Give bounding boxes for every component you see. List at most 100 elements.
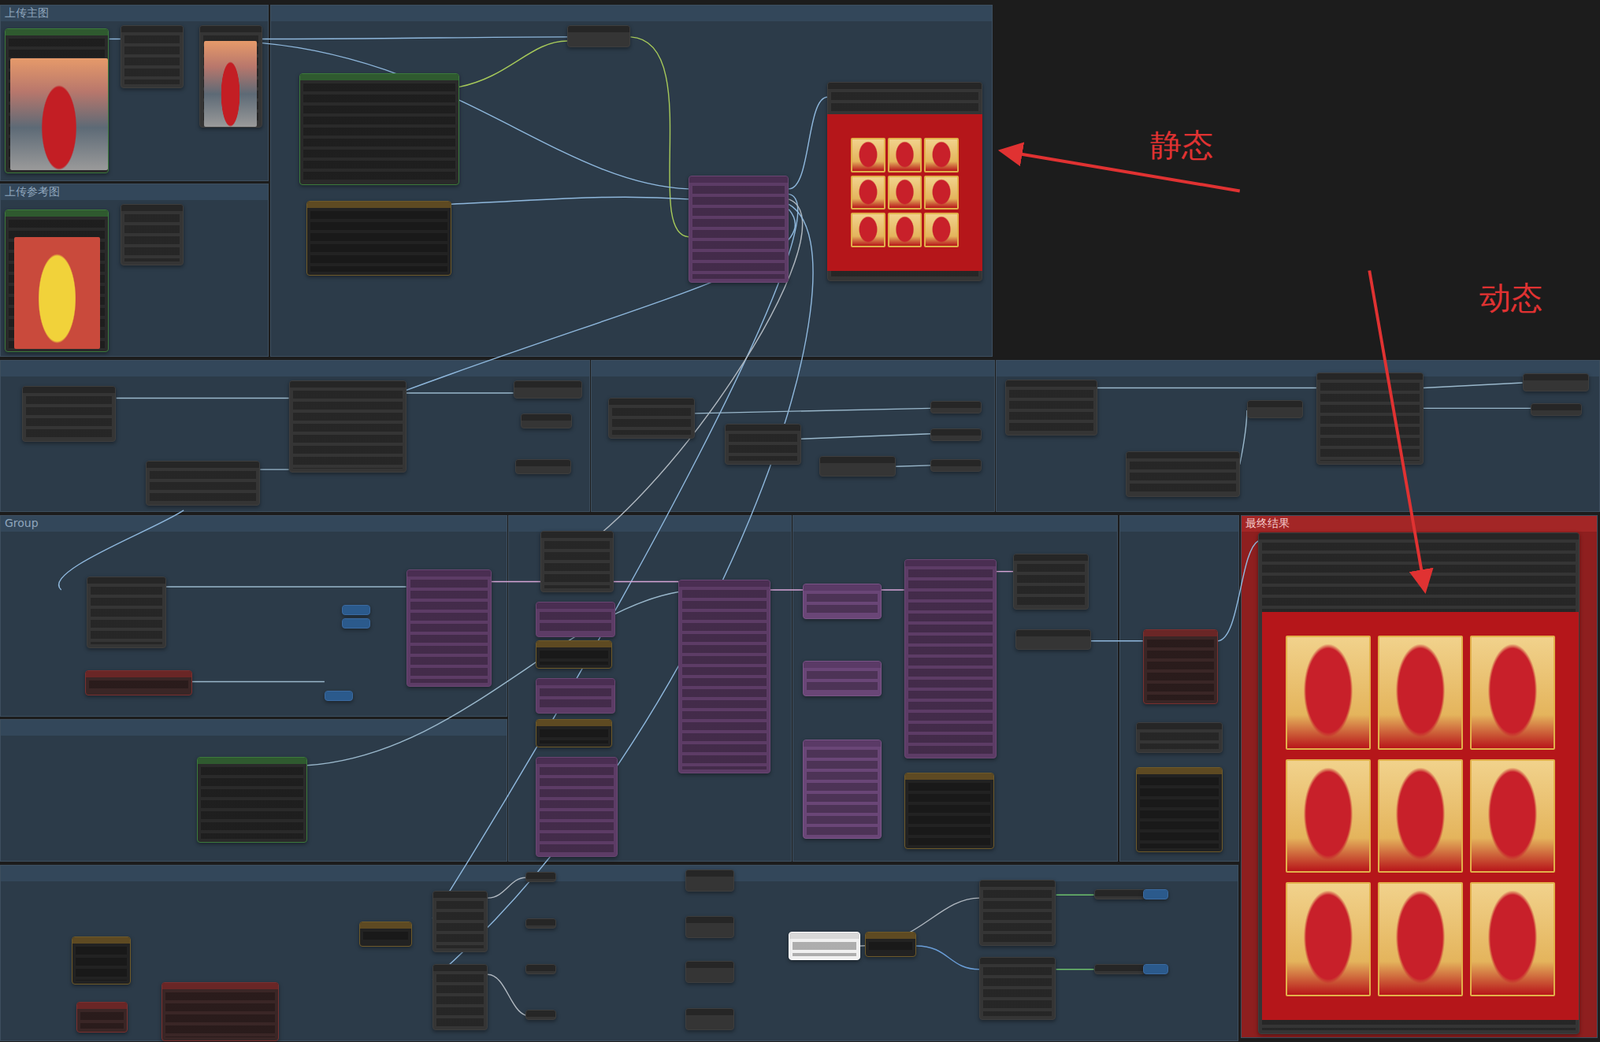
node-widgets[interactable] xyxy=(80,1012,124,1029)
graph-node[interactable] xyxy=(161,982,279,1042)
graph-node[interactable] xyxy=(802,739,882,839)
node-header[interactable] xyxy=(289,381,406,388)
node-widgets[interactable] xyxy=(124,35,180,85)
node-header[interactable] xyxy=(725,424,801,431)
node-header[interactable] xyxy=(536,602,615,609)
graph-node[interactable] xyxy=(904,772,995,850)
node-header[interactable] xyxy=(686,961,734,969)
node-header[interactable] xyxy=(5,29,108,36)
node-widgets[interactable] xyxy=(1129,461,1237,494)
node-widgets[interactable] xyxy=(436,974,484,1027)
node-header[interactable] xyxy=(541,531,613,539)
node-header[interactable] xyxy=(200,25,262,33)
graph-node[interactable] xyxy=(979,957,1056,1021)
graph-node[interactable] xyxy=(85,670,193,696)
graph-node[interactable] xyxy=(685,961,735,984)
node-header[interactable] xyxy=(307,201,451,208)
graph-node[interactable] xyxy=(86,576,167,649)
group-title[interactable]: 上传参考图 xyxy=(0,184,268,201)
node-header[interactable] xyxy=(514,381,582,388)
graph-node[interactable] xyxy=(979,879,1056,947)
graph-node[interactable] xyxy=(76,1002,128,1033)
graph-node[interactable] xyxy=(515,459,572,475)
node-header[interactable] xyxy=(85,671,192,678)
node-header[interactable] xyxy=(827,82,982,90)
graph-node[interactable] xyxy=(685,869,735,892)
node-header[interactable] xyxy=(433,965,487,972)
node-widgets[interactable] xyxy=(908,569,993,755)
node-header[interactable] xyxy=(87,577,166,584)
group-title[interactable] xyxy=(793,516,1118,532)
node-widgets[interactable] xyxy=(539,729,609,744)
node-header[interactable] xyxy=(407,570,491,577)
node-header[interactable] xyxy=(536,757,617,765)
group-title[interactable] xyxy=(0,720,507,736)
graph-node[interactable] xyxy=(535,757,618,858)
node-header[interactable] xyxy=(1126,452,1240,459)
node-header[interactable] xyxy=(686,916,734,924)
node-header[interactable] xyxy=(931,460,981,467)
node-header[interactable] xyxy=(803,740,881,747)
node-header[interactable] xyxy=(980,880,1055,888)
node-widgets[interactable] xyxy=(1017,564,1085,606)
graph-node[interactable] xyxy=(359,921,413,947)
node-widgets[interactable] xyxy=(1320,382,1420,461)
node-widgets[interactable] xyxy=(682,590,767,770)
graph-node[interactable] xyxy=(608,397,695,439)
graph-node[interactable] xyxy=(22,386,116,442)
node-header[interactable] xyxy=(1013,554,1088,561)
node-header[interactable] xyxy=(536,679,615,686)
graph-node[interactable] xyxy=(688,175,789,283)
graph-node[interactable] xyxy=(145,460,260,506)
node-header[interactable] xyxy=(526,965,556,972)
graph-node[interactable] xyxy=(120,25,184,89)
graph-node[interactable] xyxy=(1143,964,1169,975)
node-widgets[interactable] xyxy=(806,593,878,616)
graph-node[interactable] xyxy=(535,601,616,638)
graph-node[interactable] xyxy=(1143,889,1169,900)
node-header[interactable] xyxy=(521,414,572,421)
graph-node[interactable] xyxy=(1094,964,1146,975)
graph-node[interactable] xyxy=(513,380,583,399)
graph-node[interactable] xyxy=(406,569,492,687)
node-header[interactable] xyxy=(121,25,183,33)
node-widgets[interactable] xyxy=(806,749,878,836)
node-header[interactable] xyxy=(1136,723,1222,730)
graph-node[interactable] xyxy=(535,719,613,748)
graph-node[interactable] xyxy=(289,380,407,473)
group-title[interactable]: Group xyxy=(0,516,507,532)
node-header[interactable] xyxy=(1523,374,1589,381)
node-widgets[interactable] xyxy=(539,612,612,634)
node-widgets[interactable] xyxy=(1139,732,1219,750)
node-header[interactable] xyxy=(1143,630,1218,637)
node-header[interactable] xyxy=(686,1009,734,1016)
node-widgets[interactable] xyxy=(200,767,304,839)
graph-node[interactable] xyxy=(1125,451,1240,498)
node-header[interactable] xyxy=(789,932,860,940)
node-header[interactable] xyxy=(22,386,116,394)
node-widgets[interactable] xyxy=(436,901,484,949)
graph-node[interactable] xyxy=(432,890,488,953)
node-header[interactable] xyxy=(72,937,130,944)
node-widgets[interactable] xyxy=(908,783,991,846)
node-widgets[interactable] xyxy=(165,992,275,1038)
graph-node[interactable] xyxy=(864,931,917,958)
node-header[interactable] xyxy=(980,957,1055,965)
node-header[interactable] xyxy=(931,401,981,409)
group-title[interactable] xyxy=(270,5,992,22)
node-widgets[interactable] xyxy=(539,688,612,710)
node-widgets[interactable] xyxy=(90,586,163,645)
node-header[interactable] xyxy=(516,460,571,467)
node-header[interactable] xyxy=(1317,373,1423,380)
node-header[interactable] xyxy=(905,560,996,567)
graph-node[interactable] xyxy=(1316,372,1424,465)
node-widgets[interactable] xyxy=(806,671,878,693)
node-header[interactable] xyxy=(300,74,459,81)
group-title[interactable] xyxy=(0,865,1238,882)
graph-node[interactable] xyxy=(1135,767,1223,853)
node-widgets[interactable] xyxy=(124,214,180,262)
graph-node[interactable] xyxy=(685,916,735,939)
graph-node[interactable] xyxy=(525,964,557,975)
node-header[interactable] xyxy=(865,932,916,940)
graph-node[interactable] xyxy=(904,559,997,759)
